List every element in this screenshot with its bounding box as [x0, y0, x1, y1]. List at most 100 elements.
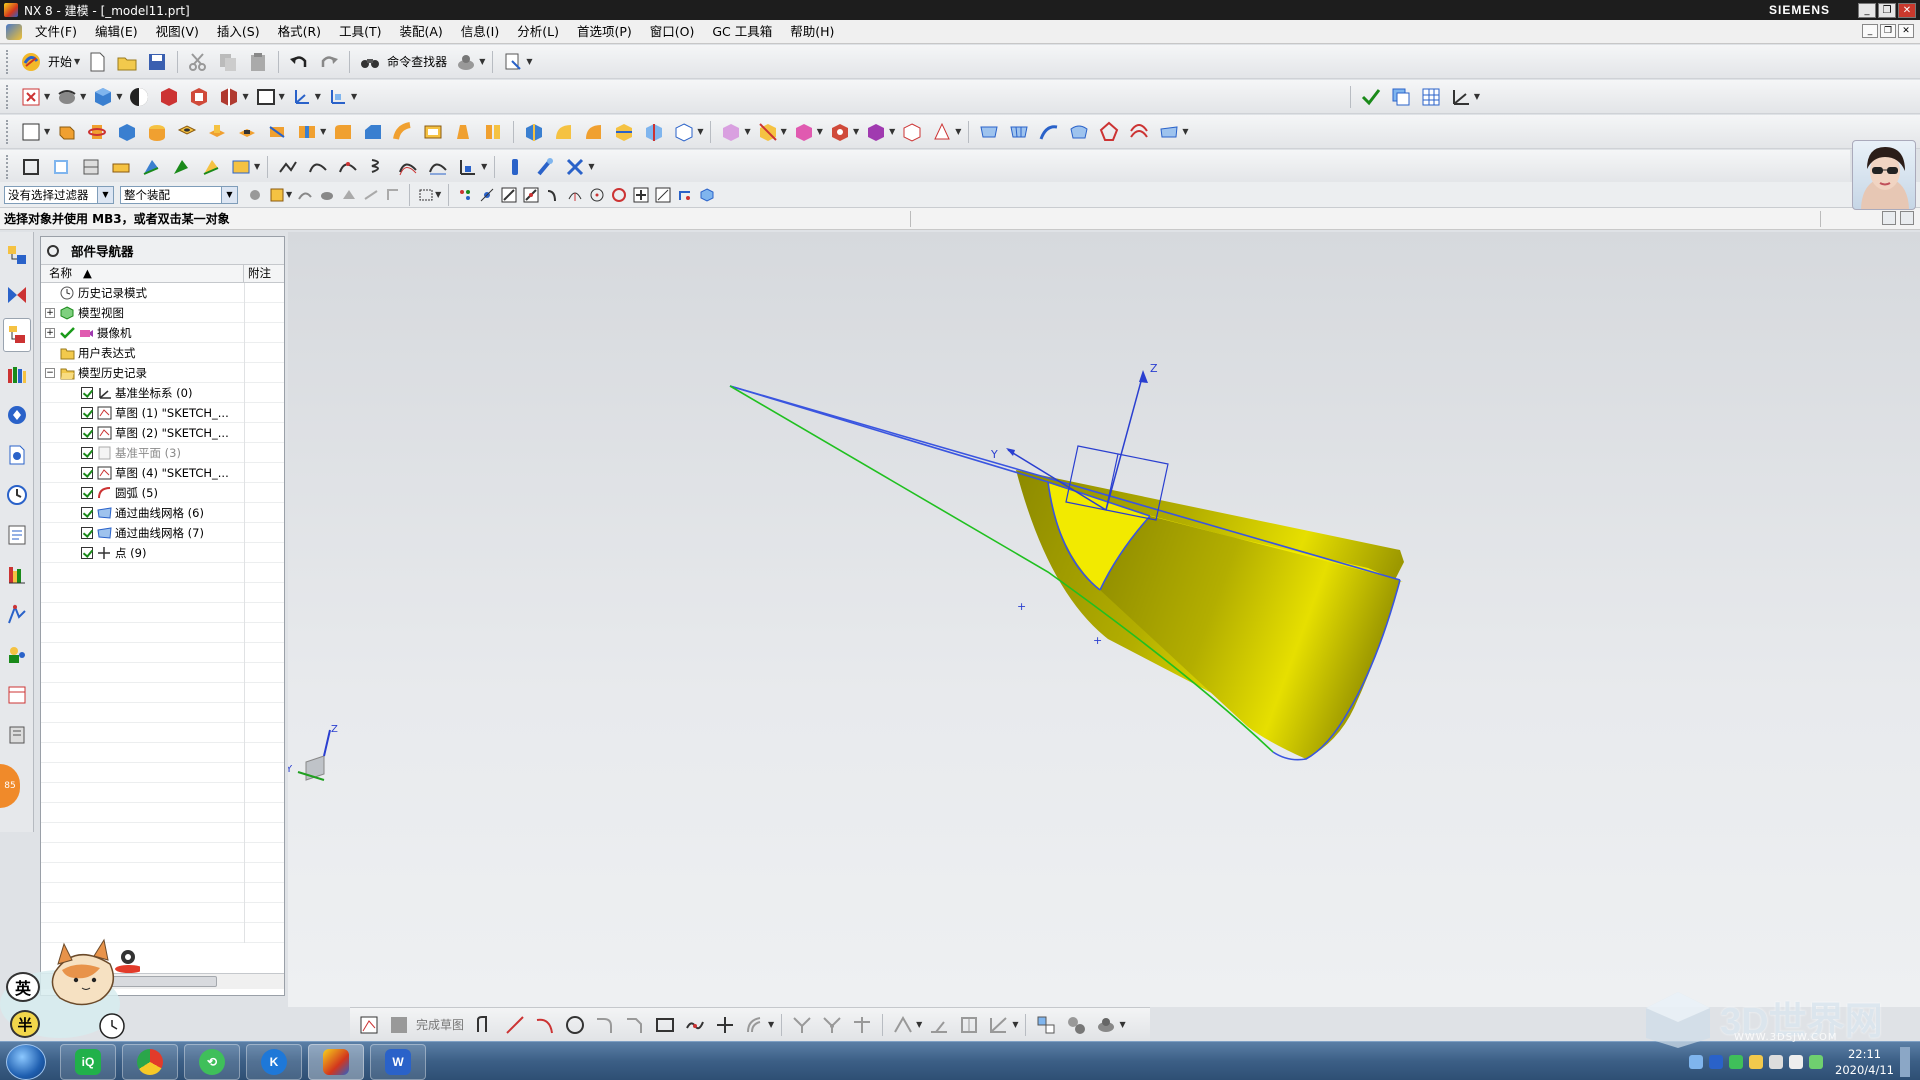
- constraint-navigator-icon[interactable]: [3, 278, 31, 312]
- menu-insert[interactable]: 插入(S): [208, 21, 269, 43]
- wcs-icon[interactable]: [289, 84, 315, 110]
- menu-analysis[interactable]: 分析(L): [508, 21, 568, 43]
- doc-minimize-button[interactable]: _: [1862, 24, 1878, 38]
- menu-edit[interactable]: 编辑(E): [86, 21, 147, 43]
- trim-body-icon[interactable]: [611, 119, 637, 145]
- tree-node-model-history[interactable]: − 模型历史记录: [41, 363, 284, 383]
- snap-intersection-icon[interactable]: [543, 185, 563, 205]
- palette-icon[interactable]: [3, 678, 31, 712]
- finish-sketch-icon[interactable]: [386, 1012, 412, 1038]
- expand-toggle[interactable]: +: [45, 307, 55, 318]
- pad-icon[interactable]: [264, 119, 290, 145]
- model-canvas[interactable]: Z Y + + Z Y: [285, 232, 1920, 1007]
- part-navigator-icon[interactable]: [3, 318, 31, 352]
- menu-information[interactable]: 信息(I): [452, 21, 508, 43]
- pin-icon[interactable]: [47, 244, 59, 257]
- bridge-surface-icon[interactable]: [1126, 119, 1152, 145]
- circle-tool-icon[interactable]: [562, 1012, 588, 1038]
- arc-tool-icon[interactable]: [532, 1012, 558, 1038]
- split-body-icon[interactable]: [641, 119, 667, 145]
- inferred-dimension-icon[interactable]: [986, 1012, 1012, 1038]
- finish-sketch-label[interactable]: 完成草图: [416, 1016, 464, 1033]
- toolbar-grip[interactable]: [6, 154, 10, 179]
- taskbar-app-green[interactable]: ⟲: [184, 1044, 240, 1080]
- document-icon[interactable]: [6, 23, 22, 40]
- patch-icon[interactable]: [899, 119, 925, 145]
- sketch-task-icon[interactable]: [356, 1012, 382, 1038]
- ruled-surface-icon[interactable]: [976, 119, 1002, 145]
- measure-angle-icon[interactable]: [1448, 84, 1474, 110]
- tree-node-datum-plane[interactable]: 基准平面 (3): [41, 443, 284, 463]
- visibility-checkbox[interactable]: [81, 446, 93, 459]
- snap-point-on-face-icon[interactable]: [653, 185, 673, 205]
- taskbar-wps[interactable]: W: [370, 1044, 426, 1080]
- draft-icon[interactable]: [450, 119, 476, 145]
- new-file-icon[interactable]: [84, 49, 110, 75]
- fillet-tool-icon[interactable]: [592, 1012, 618, 1038]
- auto-dimension-icon[interactable]: [956, 1012, 982, 1038]
- datum-csys-icon[interactable]: [48, 154, 74, 180]
- thicken-icon[interactable]: [863, 119, 889, 145]
- offset-curve-icon[interactable]: [395, 154, 421, 180]
- select-body-icon[interactable]: [317, 185, 337, 205]
- tray-icon[interactable]: [1749, 1054, 1764, 1069]
- system-visualization-icon[interactable]: [3, 638, 31, 672]
- wcs-cube-icon[interactable]: [697, 185, 717, 205]
- snap-control-icon[interactable]: [521, 185, 541, 205]
- select-feature-icon[interactable]: [267, 185, 287, 205]
- tree-node-curve-mesh-6[interactable]: 通过曲线网格 (6): [41, 503, 284, 523]
- close-button[interactable]: ✕: [1898, 2, 1916, 18]
- red-box-icon[interactable]: [156, 84, 182, 110]
- select-component-icon[interactable]: [383, 185, 403, 205]
- filter-settings-icon[interactable]: [245, 185, 265, 205]
- wcs-orient-icon[interactable]: [325, 84, 351, 110]
- tooling-icon[interactable]: [3, 718, 31, 752]
- offset-face-icon[interactable]: [671, 119, 697, 145]
- process-studio-icon[interactable]: [3, 518, 31, 552]
- tree-node-curve-mesh-7[interactable]: 通过曲线网格 (7): [41, 523, 284, 543]
- datum-plane-icon[interactable]: [18, 154, 44, 180]
- network-icon[interactable]: [1769, 1054, 1784, 1069]
- block-icon[interactable]: [114, 119, 140, 145]
- collapse-toggle[interactable]: −: [45, 367, 55, 378]
- security-icon[interactable]: [1809, 1054, 1824, 1069]
- studio-surface-icon[interactable]: [1066, 119, 1092, 145]
- geometric-constraints-icon[interactable]: [890, 1012, 916, 1038]
- menu-window[interactable]: 窗口(O): [641, 21, 704, 43]
- offset-curve-tool-icon[interactable]: [742, 1012, 768, 1038]
- profile-icon[interactable]: [472, 1012, 498, 1038]
- point-icon[interactable]: [108, 154, 134, 180]
- start-button[interactable]: 开始: [48, 53, 72, 70]
- touch-mode-icon[interactable]: [453, 49, 479, 75]
- snap-bounded-grid-icon[interactable]: [675, 185, 695, 205]
- status-toggle-icon[interactable]: [1882, 211, 1896, 225]
- move-object-icon[interactable]: [168, 154, 194, 180]
- ime-language-button[interactable]: 英: [6, 972, 40, 1002]
- visibility-checkbox[interactable]: [81, 486, 93, 499]
- bolt-icon[interactable]: [502, 154, 528, 180]
- tree-node-cameras[interactable]: + 摄像机: [41, 323, 284, 343]
- menu-gc-toolkit[interactable]: GC 工具箱: [703, 21, 781, 43]
- cylinder-icon[interactable]: [144, 119, 170, 145]
- expand-toggle[interactable]: +: [45, 327, 55, 338]
- taskbar-nx[interactable]: [308, 1044, 364, 1080]
- background-icon[interactable]: [253, 84, 279, 110]
- open-folder-icon[interactable]: [114, 49, 140, 75]
- datum-axis-icon[interactable]: [78, 154, 104, 180]
- wave-link-icon[interactable]: [198, 154, 224, 180]
- face-blend-icon[interactable]: [581, 119, 607, 145]
- tree-node-datum-csys[interactable]: 基准坐标系 (0): [41, 383, 284, 403]
- taskbar-app-blue[interactable]: K: [246, 1044, 302, 1080]
- type-filter-dropdown[interactable]: 没有选择过滤器 ▼: [4, 185, 114, 204]
- toolbar-grip[interactable]: [6, 84, 10, 109]
- quick-extend-icon[interactable]: [819, 1012, 845, 1038]
- snap-point-on-curve-icon[interactable]: [631, 185, 651, 205]
- assembly-navigator-icon[interactable]: [3, 238, 31, 272]
- spline-icon[interactable]: [305, 154, 331, 180]
- section-box-icon[interactable]: [186, 84, 212, 110]
- column-header-name[interactable]: 名称 ▲: [41, 265, 244, 282]
- paste-icon[interactable]: [245, 49, 271, 75]
- curve-mesh-icon[interactable]: [1006, 119, 1032, 145]
- start-button[interactable]: [6, 1044, 46, 1080]
- taskbar-iqiyi[interactable]: iQ: [60, 1044, 116, 1080]
